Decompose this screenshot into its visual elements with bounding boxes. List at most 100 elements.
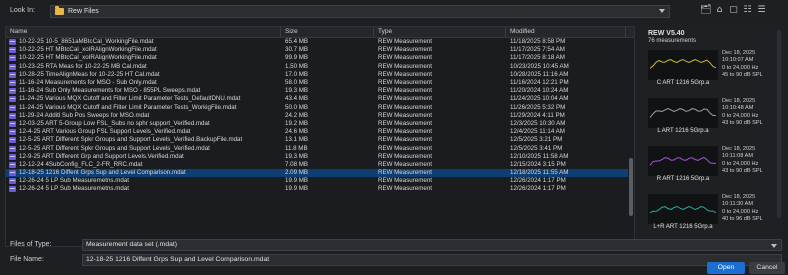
list-view-icon[interactable]: ☷ [742,5,753,16]
file-type-cell: REW Measurement [378,62,432,70]
table-row[interactable]: 11-29-24 Additl Sub Pos Sweeps for MSO.m… [6,112,634,120]
files-of-type-value: Measurement data set (.mdat) [86,241,178,248]
table-row[interactable]: 11-16-24 Sub Only Measurements for MSO -… [6,87,634,95]
column-header-type[interactable]: Type [374,27,506,37]
file-modified-cell: 11/18/2025 8:58 PM [510,38,566,46]
file-size-cell: 17.0 MB [285,70,309,78]
file-size-cell: 30.7 MB [285,46,309,54]
file-name-text: 10-23-25 RTA Meas for 10-22-25 MB Cal.md… [19,62,147,70]
file-list-scrollbar[interactable] [628,38,634,246]
thumbnail-spl: 40 to 96 dB SPL [722,216,763,223]
mdat-file-icon [9,170,16,177]
table-row[interactable]: 12-18-25 1216 Diffent Grps Sup and Level… [6,169,634,178]
thumbnail-date: Dec 18, 2025 [722,98,756,104]
file-type-cell: REW Measurement [378,119,432,127]
table-row[interactable]: 12-03-25 ART 5-Group Low FSL_Subs no sph… [6,120,634,128]
preview-scrollbar[interactable] [777,30,781,218]
file-name-text: 10-22-25 HT MBtcCal_xoIRAlignWorkingFile… [19,54,157,62]
file-modified-cell: 12/26/2024 1:17 PM [510,177,566,185]
table-row[interactable]: 10-28-25 TimeAlignMeas for 10-22-25 HT C… [6,71,634,79]
table-row[interactable]: 12-5-25 ART Different Spkr Groups and Su… [6,136,634,144]
file-name-cell: 12-26-24 5 LP Sub Measuremetns.mdat [6,177,281,185]
file-name-cell: 12-26-24 5 LP Sub Measuremetns.mdat [6,185,281,193]
details-view-icon[interactable]: ☰ [756,5,767,16]
mdat-file-icon [9,55,16,62]
chevron-down-icon [659,9,665,13]
file-modified-cell: 12/5/2025 3:41 PM [510,144,563,152]
file-type-cell: REW Measurement [378,136,432,144]
table-row[interactable]: 12-26-24 5 LP Sub Measuremetns.mdat 19.9 … [6,185,634,193]
preview-thumbnail[interactable]: L+R ART 1216 5Grp.a Dec 18, 2025 10:11:30 … [648,194,774,234]
look-in-combo[interactable]: Rew Files [50,5,670,18]
table-row[interactable]: 11-16-24 Measurements for MSO - Sub Only… [6,79,634,87]
preview-title: REW V5.40 [648,30,685,37]
cancel-button[interactable]: Cancel [749,262,785,274]
file-size-cell: 19.9 MB [285,185,309,193]
file-modified-cell: 11/20/2024 10:24 AM [510,87,569,95]
scrollbar-thumb[interactable] [629,158,633,216]
file-name-input[interactable]: 12-18-25 1216 Diffent Grps Sup and Level… [82,254,782,266]
file-size-cell: 43.4 MB [285,95,309,103]
preview-count: 76 measurements [648,38,697,44]
preview-thumbnail[interactable]: C ART 1216 5Grp.a Dec 18, 2025 10:10:07 AM… [648,50,774,90]
mdat-file-icon [9,39,16,46]
file-name-text: 12-5-25 ART Different Spkr Groups and Su… [19,144,210,152]
file-modified-cell: 12/10/2025 11:58 AM [510,152,569,160]
table-row[interactable]: 10-22-25 HT MBtcCal_xoIRAlignWorkingFile… [6,46,634,54]
thumbnail-spl: 43 to 90 dB SPL [722,168,763,175]
file-name-cell: 11-29-24 Additl Sub Pos Sweeps for MSO.m… [6,112,281,120]
table-row[interactable]: 12-4-25 ART Various Group FSL Support Le… [6,128,634,136]
table-row[interactable]: 10-22-25 HT MBtcCal_xoIRAlignWorkingFile… [6,54,634,62]
file-type-cell: REW Measurement [378,95,432,103]
file-type-cell: REW Measurement [378,46,432,54]
column-header-size[interactable]: Size [281,27,374,37]
home-icon[interactable]: ⌂ [714,5,725,16]
file-type-cell: REW Measurement [378,38,432,46]
thumbnail-label: L ART 1216 5Grp.a [657,128,709,134]
look-in-bar: Look In: Rew Files 🗂 ⌂ ▢ ☷ ☰ [0,0,788,22]
table-row[interactable]: 12-12-24 4SubConfig_FLC_2-FR_RRC.mdat 7.0… [6,161,634,169]
mdat-file-icon [9,96,16,103]
file-modified-cell: 12/26/2024 1:17 PM [510,185,566,193]
thumbnail-range: 0 to 24,000 Hz [722,112,759,119]
table-row[interactable]: 11-24-25 Various MQX Cutoff and Filter L… [6,104,634,112]
table-row[interactable]: 10-22-25 10-5_8651aMBtcCal_WorkingFile.m… [6,38,634,46]
preview-thumbnail[interactable]: R ART 1216 5Grp.a Dec 18, 2025 10:11:08 AM… [648,146,774,186]
file-name-cell: 12-12-24 4SubConfig_FLC_2-FR_RRC.mdat [6,161,281,169]
table-row[interactable]: 12-26-24 5 LP Sub Measuremetns.mdat 19.9 … [6,177,634,185]
thumbnail-label: L+R ART 1216 5Grp.a [653,224,713,230]
preview-panel: REW V5.40 76 measurements C ART 1216 5Gr… [645,26,783,247]
new-folder-icon[interactable]: ▢ [728,5,739,16]
file-name-cell: 10-22-25 HT MBtcCal_xoIRAlignWorkingFile… [6,46,281,54]
thumbnail-info: Dec 18, 2025 10:11:08 AM 0 to 24,000 Hz 43 … [722,146,763,176]
thumbnail-time: 10:11:08 AM [722,153,753,160]
table-row[interactable]: 12-9-25 ART Different Grp and Support Le… [6,153,634,161]
up-folder-icon[interactable]: 🗂 [700,5,711,16]
mdat-file-icon [9,153,16,160]
file-name-cell: 12-03-25 ART 5-Group Low FSL_Subs no sph… [6,120,281,128]
thumbnail-info: Dec 18, 2025 10:10:07 AM 0 to 24,000 Hz 45 … [722,50,763,80]
thumbnail-date: Dec 18, 2025 [722,50,756,56]
table-row[interactable]: 11-24-25 Various MQX Cutoff and Filter L… [6,95,634,103]
column-header-modified[interactable]: Modified [506,27,626,37]
thumbnail-time: 10:10:07 AM [722,57,754,64]
column-header-name[interactable]: Name [6,27,281,37]
files-of-type-select[interactable]: Measurement data set (.mdat) [82,239,782,251]
file-modified-cell: 12/3/2025 10:30 AM [510,119,566,127]
file-size-cell: 19.2 MB [285,119,309,127]
file-size-cell: 99.9 MB [285,54,309,62]
mdat-file-icon [9,80,16,87]
table-row[interactable]: 12-5-25 ART Different Spkr Groups and Su… [6,144,634,152]
open-button[interactable]: Open [707,262,745,274]
file-name-text: 10-22-25 10-5_8651aMBtcCal_WorkingFile.m… [19,38,154,46]
file-name-text: 12-9-25 ART Different Grp and Support Le… [19,152,184,160]
file-name-text: 10-28-25 TimeAlignMeas for 10-22-25 HT C… [19,70,160,78]
file-type-cell: REW Measurement [378,54,432,62]
mdat-file-icon [9,112,16,119]
file-name-label: File Name: [10,256,44,263]
preview-thumbnail[interactable]: L ART 1216 5Grp.a Dec 18, 2025 10:10:48 AM… [648,98,774,138]
file-modified-cell: 10/23/2025 10:45 AM [510,62,569,70]
table-row[interactable]: 10-23-25 RTA Meas for 10-22-25 MB Cal.md… [6,63,634,71]
thumbnail-spl: 45 to 90 dB SPL [722,72,763,79]
thumbnail-info: Dec 18, 2025 10:10:48 AM 0 to 24,000 Hz 43 … [722,98,763,128]
